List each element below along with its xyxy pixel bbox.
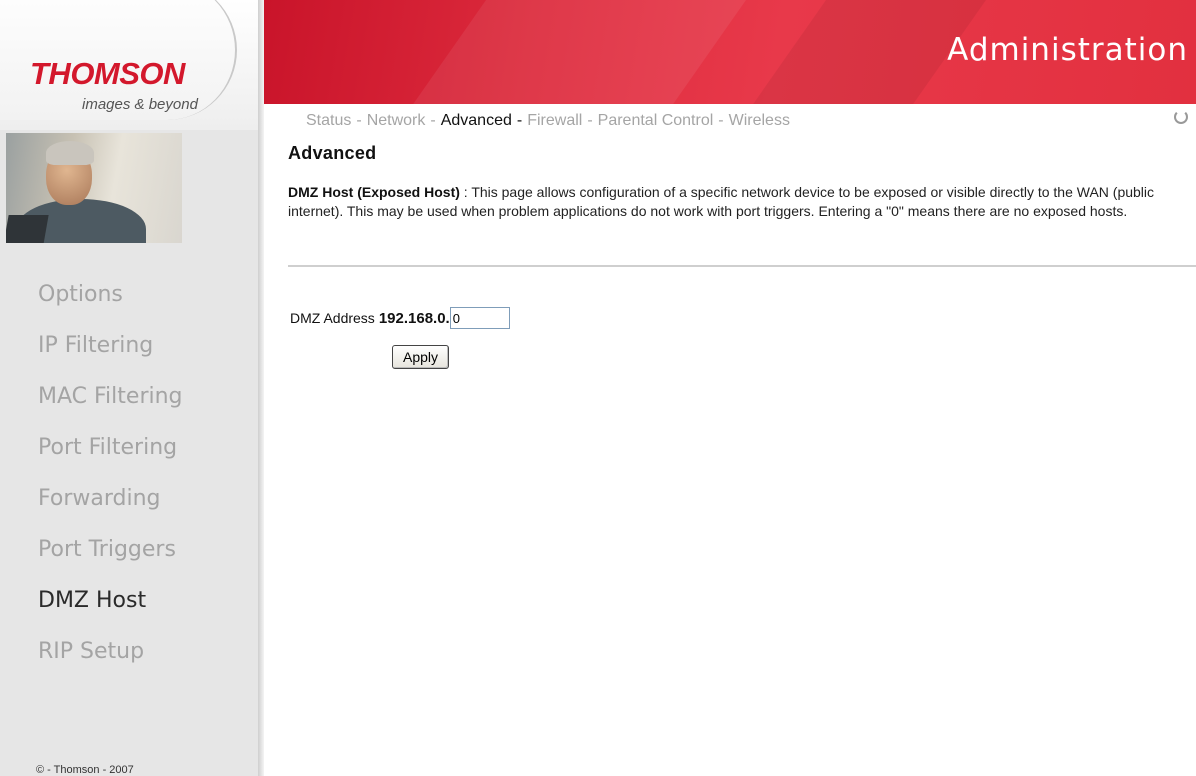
page-header-title: Administration: [947, 32, 1188, 68]
sidebar-item-mac-filtering[interactable]: MAC Filtering: [38, 382, 183, 433]
sidebar-item-rip-setup[interactable]: RIP Setup: [38, 637, 183, 688]
apply-button[interactable]: Apply: [392, 345, 449, 369]
photo-laptop: [6, 215, 49, 243]
description-separator: :: [459, 184, 472, 200]
tab-network[interactable]: Network: [367, 112, 426, 129]
sidebar-item-port-filtering[interactable]: Port Filtering: [38, 433, 183, 484]
logo-area: THOMSON images & beyond: [0, 0, 258, 130]
sidebar-item-dmz-host[interactable]: DMZ Host: [38, 586, 183, 637]
tab-status[interactable]: Status: [306, 112, 351, 129]
page-title: Advanced: [288, 143, 377, 163]
tab-separator: -: [516, 112, 523, 129]
sidebar-item-options[interactable]: Options: [38, 280, 183, 331]
tab-separator: -: [718, 112, 724, 129]
dmz-address-label: DMZ Address: [290, 310, 375, 326]
tab-separator: -: [356, 112, 362, 129]
dmz-address-input[interactable]: [449, 307, 510, 329]
sidebar-item-ip-filtering[interactable]: IP Filtering: [38, 331, 183, 382]
tab-separator: -: [587, 112, 593, 129]
description-heading: DMZ Host (Exposed Host): [288, 184, 460, 200]
header-banner: Administration: [264, 0, 1196, 104]
tab-separator: -: [430, 112, 436, 129]
sidebar-item-port-triggers[interactable]: Port Triggers: [38, 535, 183, 586]
page-description: DMZ Host (Exposed Host) : This page allo…: [288, 183, 1168, 221]
section-divider: [288, 265, 1196, 267]
dmz-address-prefix: 192.168.0.: [378, 309, 450, 327]
tab-wireless[interactable]: Wireless: [729, 112, 790, 129]
logo-tagline: images & beyond: [82, 96, 198, 113]
tab-parental-control[interactable]: Parental Control: [598, 112, 714, 129]
sidebar-item-forwarding[interactable]: Forwarding: [38, 484, 183, 535]
tab-advanced[interactable]: Advanced: [441, 112, 512, 129]
copyright-text: © - Thomson - 2007: [36, 764, 134, 776]
sidebar-photo: [6, 133, 182, 243]
header-streak: [373, 0, 775, 104]
main-content: Advanced DMZ Host (Exposed Host) : This …: [288, 143, 1188, 221]
loading-spinner-icon: [1174, 110, 1188, 124]
tab-firewall[interactable]: Firewall: [527, 112, 582, 129]
sidebar-nav: Options IP Filtering MAC Filtering Port …: [38, 280, 183, 688]
top-nav: Status - Network - Advanced - Firewall - Parenta…: [264, 104, 1196, 136]
top-nav-tabs: Status - Network - Advanced - Firewall - Parenta…: [306, 112, 790, 130]
thomson-logo: THOMSON: [30, 56, 185, 91]
photo-person-hair: [46, 141, 94, 165]
dmz-address-row: DMZ Address 192.168.0.: [290, 307, 510, 329]
